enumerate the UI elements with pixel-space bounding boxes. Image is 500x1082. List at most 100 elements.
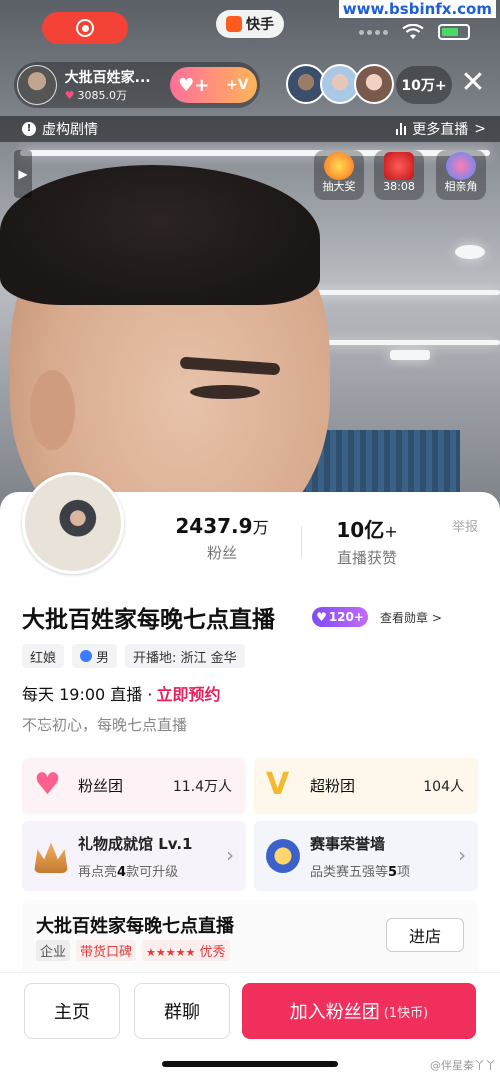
honor-wall-entry[interactable]: 赛事荣誉墙 品类赛五强等5项 › — [254, 821, 478, 891]
super-fan-count: 104人 — [423, 779, 464, 795]
view-medals-link[interactable]: 查看勋章 > — [380, 609, 442, 626]
viewer-avatar[interactable] — [354, 64, 394, 104]
activity-matchmaking[interactable]: 相亲角 — [436, 150, 486, 200]
profile-tags: 红娘 男 开播地: 浙江 金华 — [22, 644, 245, 668]
shop-tags: 企业 带货口碑 ★★★★★ 优秀 — [36, 940, 230, 961]
fans-label: 粉丝 — [206, 544, 237, 562]
close-icon[interactable]: ✕ — [458, 68, 488, 98]
shop-card[interactable]: 大批百姓家每晚七点直播 企业 带货口碑 ★★★★★ 优秀 进店 — [22, 900, 478, 980]
level-value: 120+ — [328, 610, 364, 624]
ceiling-light — [455, 245, 485, 259]
likes-stat[interactable]: 10亿+ 直播获赞 — [322, 514, 412, 568]
profile-avatar[interactable] — [22, 472, 124, 574]
shop-name: 大批百姓家每晚七点直播 — [36, 916, 234, 937]
homepage-button[interactable]: 主页 — [24, 983, 120, 1039]
rating-tag: ★★★★★ 优秀 — [142, 940, 230, 961]
follow-button[interactable]: ♥+ +V — [169, 67, 257, 103]
ceiling-light — [390, 350, 430, 360]
report-link[interactable]: 举报 — [452, 516, 478, 535]
app-badge: 快手 — [216, 10, 284, 38]
enterprise-tag: 企业 — [36, 940, 71, 961]
enter-shop-button[interactable]: 进店 — [386, 918, 464, 952]
matchmaking-icon — [446, 152, 476, 180]
activity-lottery[interactable]: 抽大奖 — [314, 150, 364, 200]
ceiling-light — [300, 340, 500, 345]
host-name: 大批百姓家... — [64, 70, 151, 86]
tag-gender: 男 — [72, 644, 118, 668]
honor-wall-sub: 品类赛五强等5项 — [310, 865, 411, 880]
screen-record-indicator[interactable] — [42, 12, 128, 44]
likes-count: 10亿+ — [336, 518, 398, 542]
side-drawer-handle[interactable]: ▶ — [14, 150, 32, 198]
top-viewers[interactable] — [286, 64, 394, 104]
gift-gallery-sub: 再点亮4款可升级 — [78, 865, 179, 880]
reserve-link[interactable]: 立即预约 — [156, 681, 220, 705]
male-icon — [80, 650, 93, 662]
tag-role: 红娘 — [22, 644, 65, 668]
lottery-icon — [324, 152, 354, 180]
ceiling-light — [300, 290, 500, 295]
gift-gallery-entry[interactable]: 礼物成就馆 Lv.1 再点亮4款可升级 › — [22, 821, 246, 891]
host-likes-count: 3085.0万 — [77, 89, 128, 102]
host-eye — [190, 385, 260, 399]
fiction-notice: ! 虚构剧情 — [22, 119, 98, 139]
notice-bar: ! 虚构剧情 更多直播 > — [0, 116, 500, 142]
app-name: 快手 — [246, 17, 274, 33]
activity-label: 相亲角 — [444, 180, 478, 193]
room-title: 大批百姓家每晚七点直播 — [22, 607, 275, 633]
v-badge-icon: V — [266, 767, 290, 802]
heart-icon: ♥ — [64, 88, 75, 102]
weibo-watermark: @伴星秦丫丫 — [430, 1059, 496, 1072]
system-icons — [359, 24, 470, 40]
info-icon: ! — [22, 122, 36, 136]
reputation-tag: 带货口碑 — [76, 940, 137, 961]
home-indicator[interactable] — [162, 1061, 338, 1067]
trophy-icon — [266, 839, 300, 873]
host-hair — [0, 165, 320, 305]
prize-car-icon — [384, 152, 414, 180]
level-badge[interactable]: ♥ 120+ — [312, 607, 368, 627]
honor-wall-title: 赛事荣誉墙 — [310, 835, 386, 853]
chevron-right-icon: › — [226, 843, 234, 867]
heart-icon: ♥ — [34, 767, 61, 802]
host-avatar[interactable] — [17, 65, 57, 105]
activity-timer: 38:08 — [383, 180, 415, 193]
viewer-count[interactable]: 10万+ — [396, 66, 452, 104]
tag-location: 开播地: 浙江 金华 — [125, 644, 245, 668]
stat-divider — [301, 526, 302, 558]
status-bar: 快手 www.bsbinfx.com — [0, 0, 500, 58]
wifi-icon — [402, 24, 424, 39]
schedule-time: 每天 19:00 直播 · — [22, 685, 153, 704]
live-schedule: 每天 19:00 直播 · 立即预约 — [22, 681, 220, 705]
profile-motto: 不忘初心，每晚七点直播 — [22, 716, 188, 734]
join-fan-club-button[interactable]: 加入粉丝团 (1快币) — [242, 983, 476, 1039]
activity-label: 抽大奖 — [322, 180, 356, 193]
host-info: 大批百姓家... ♥ 3085.0万 — [65, 67, 164, 103]
site-watermark: www.bsbinfx.com — [338, 0, 496, 18]
fans-count: 2437.9万 — [175, 514, 269, 538]
chevron-right-icon: › — [458, 843, 466, 867]
group-chat-button[interactable]: 群聊 — [134, 983, 230, 1039]
more-live-link[interactable]: 更多直播 > — [396, 119, 486, 139]
chevron-right-icon: > — [474, 121, 486, 137]
heart-level-icon: ♥ — [316, 610, 327, 624]
heart-plus-icon: ♥+ — [178, 74, 210, 96]
activity-prize-car[interactable]: 38:08 — [374, 150, 424, 200]
host-info-pill[interactable]: 大批百姓家... ♥ 3085.0万 ♥+ +V — [14, 62, 260, 108]
super-fan-title: 超粉团 — [310, 777, 356, 795]
host-ear — [30, 370, 75, 450]
fans-stat[interactable]: 2437.9万 粉丝 — [166, 514, 278, 563]
star-rating-icon: ★★★★★ — [146, 946, 196, 959]
fan-club-entry[interactable]: ♥ 粉丝团 11.4万人 — [22, 758, 246, 814]
fiction-notice-text: 虚构剧情 — [42, 122, 98, 138]
host-likes: ♥ 3085.0万 — [65, 87, 164, 103]
record-icon — [76, 19, 94, 37]
kuaishou-logo-icon — [226, 16, 242, 32]
fan-club-title: 粉丝团 — [78, 777, 124, 795]
vip-plus-label: +V — [226, 77, 249, 93]
bars-icon — [396, 123, 407, 135]
super-fan-entry[interactable]: V 超粉团 104人 — [254, 758, 478, 814]
signal-icon — [359, 29, 388, 35]
battery-icon — [438, 24, 470, 40]
likes-label: 直播获赞 — [336, 549, 397, 567]
